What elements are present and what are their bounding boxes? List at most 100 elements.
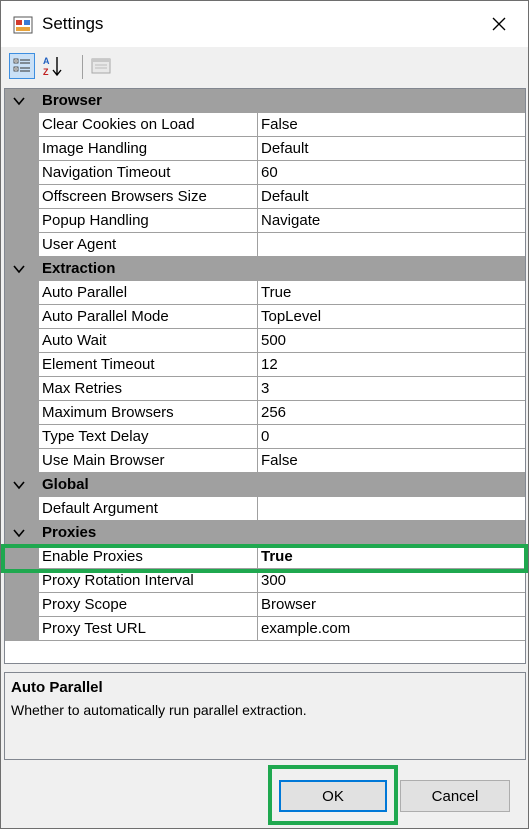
property-value[interactable]: 300 bbox=[258, 569, 525, 593]
property-grid: Browser Clear Cookies on Load False Imag… bbox=[4, 88, 526, 664]
property-name[interactable]: Enable Proxies bbox=[39, 545, 258, 569]
property-value[interactable]: False bbox=[258, 113, 525, 137]
property-value[interactable]: 0 bbox=[258, 425, 525, 449]
collapse-chevron-icon[interactable] bbox=[12, 95, 26, 107]
ok-button[interactable]: OK bbox=[279, 780, 387, 812]
settings-app-icon bbox=[13, 16, 33, 34]
categorized-button[interactable] bbox=[9, 53, 35, 79]
property-name[interactable]: Image Handling bbox=[39, 137, 258, 161]
property-name[interactable]: Navigation Timeout bbox=[39, 161, 258, 185]
property-value[interactable]: Navigate bbox=[258, 209, 525, 233]
category-label: Proxies bbox=[42, 524, 97, 541]
row-margin bbox=[5, 425, 39, 449]
row-margin bbox=[5, 569, 39, 593]
property-name[interactable]: Element Timeout bbox=[39, 353, 258, 377]
category-proxies[interactable]: Proxies bbox=[5, 521, 525, 545]
property-name[interactable]: Popup Handling bbox=[39, 209, 258, 233]
property-row-default-argument[interactable]: Default Argument bbox=[5, 497, 525, 521]
property-value[interactable] bbox=[258, 497, 525, 521]
property-row-offscreen-browsers-size[interactable]: Offscreen Browsers Size Default bbox=[5, 185, 525, 209]
property-value[interactable]: Default bbox=[258, 185, 525, 209]
property-value[interactable]: Browser bbox=[258, 593, 525, 617]
property-name[interactable]: Clear Cookies on Load bbox=[39, 113, 258, 137]
help-description: Whether to automatically run parallel ex… bbox=[11, 702, 307, 718]
property-value[interactable]: example.com bbox=[258, 617, 525, 641]
close-button[interactable] bbox=[470, 1, 528, 47]
title-bar: Settings bbox=[1, 1, 528, 47]
toolbar-separator bbox=[82, 55, 83, 79]
property-name[interactable]: Maximum Browsers bbox=[39, 401, 258, 425]
category-label: Browser bbox=[42, 92, 103, 109]
property-name[interactable]: Offscreen Browsers Size bbox=[39, 185, 258, 209]
property-name[interactable]: User Agent bbox=[39, 233, 258, 257]
row-margin bbox=[5, 137, 39, 161]
row-margin bbox=[5, 545, 39, 569]
property-row-popup-handling[interactable]: Popup Handling Navigate bbox=[5, 209, 525, 233]
row-margin bbox=[5, 593, 39, 617]
category-label: Extraction bbox=[42, 260, 116, 277]
property-pages-button[interactable] bbox=[88, 53, 114, 79]
row-margin bbox=[5, 209, 39, 233]
property-row-maximum-browsers[interactable]: Maximum Browsers 256 bbox=[5, 401, 525, 425]
property-value[interactable]: TopLevel bbox=[258, 305, 525, 329]
row-margin bbox=[5, 401, 39, 425]
help-panel: Auto Parallel Whether to automatically r… bbox=[4, 672, 526, 760]
property-pages-icon bbox=[91, 58, 111, 74]
property-row-enable-proxies[interactable]: Enable Proxies True bbox=[5, 545, 525, 569]
property-value[interactable]: False bbox=[258, 449, 525, 473]
property-name[interactable]: Auto Parallel Mode bbox=[39, 305, 258, 329]
property-row-proxy-rotation-interval[interactable]: Proxy Rotation Interval 300 bbox=[5, 569, 525, 593]
cancel-button[interactable]: Cancel bbox=[400, 780, 510, 812]
property-name[interactable]: Auto Parallel bbox=[39, 281, 258, 305]
property-row-use-main-browser[interactable]: Use Main Browser False bbox=[5, 449, 525, 473]
property-row-auto-wait[interactable]: Auto Wait 500 bbox=[5, 329, 525, 353]
property-row-proxy-test-url[interactable]: Proxy Test URL example.com bbox=[5, 617, 525, 641]
help-title: Auto Parallel bbox=[11, 679, 103, 696]
property-name[interactable]: Auto Wait bbox=[39, 329, 258, 353]
property-value[interactable]: 12 bbox=[258, 353, 525, 377]
property-row-user-agent[interactable]: User Agent bbox=[5, 233, 525, 257]
svg-text:Z: Z bbox=[43, 67, 49, 77]
collapse-chevron-icon[interactable] bbox=[12, 263, 26, 275]
row-margin bbox=[5, 305, 39, 329]
property-row-type-text-delay[interactable]: Type Text Delay 0 bbox=[5, 425, 525, 449]
property-name[interactable]: Proxy Test URL bbox=[39, 617, 258, 641]
property-value[interactable]: 500 bbox=[258, 329, 525, 353]
property-row-proxy-scope[interactable]: Proxy Scope Browser bbox=[5, 593, 525, 617]
category-global[interactable]: Global bbox=[5, 473, 525, 497]
row-margin bbox=[5, 449, 39, 473]
property-name[interactable]: Type Text Delay bbox=[39, 425, 258, 449]
property-value[interactable]: 256 bbox=[258, 401, 525, 425]
property-name[interactable]: Default Argument bbox=[39, 497, 258, 521]
property-name[interactable]: Use Main Browser bbox=[39, 449, 258, 473]
property-row-element-timeout[interactable]: Element Timeout 12 bbox=[5, 353, 525, 377]
row-margin bbox=[5, 353, 39, 377]
row-margin bbox=[5, 161, 39, 185]
property-row-clear-cookies-on-load[interactable]: Clear Cookies on Load False bbox=[5, 113, 525, 137]
property-row-auto-parallel-mode[interactable]: Auto Parallel Mode TopLevel bbox=[5, 305, 525, 329]
category-label: Global bbox=[42, 476, 89, 493]
row-margin bbox=[5, 233, 39, 257]
row-margin bbox=[5, 113, 39, 137]
property-row-max-retries[interactable]: Max Retries 3 bbox=[5, 377, 525, 401]
property-row-auto-parallel[interactable]: Auto Parallel True bbox=[5, 281, 525, 305]
collapse-chevron-icon[interactable] bbox=[12, 479, 26, 491]
category-extraction[interactable]: Extraction bbox=[5, 257, 525, 281]
categorized-icon bbox=[13, 58, 30, 72]
property-value[interactable]: Default bbox=[258, 137, 525, 161]
category-browser[interactable]: Browser bbox=[5, 89, 525, 113]
collapse-chevron-icon[interactable] bbox=[12, 527, 26, 539]
settings-dialog: Settings A Z Browser Clear Cookies on Lo… bbox=[0, 0, 529, 829]
property-name[interactable]: Max Retries bbox=[39, 377, 258, 401]
property-value[interactable]: 60 bbox=[258, 161, 525, 185]
property-grid-toolbar: A Z bbox=[2, 48, 528, 86]
property-name[interactable]: Proxy Scope bbox=[39, 593, 258, 617]
property-value[interactable]: True bbox=[258, 281, 525, 305]
property-value[interactable]: True bbox=[258, 545, 525, 569]
property-value[interactable] bbox=[258, 233, 525, 257]
property-value[interactable]: 3 bbox=[258, 377, 525, 401]
property-row-navigation-timeout[interactable]: Navigation Timeout 60 bbox=[5, 161, 525, 185]
property-row-image-handling[interactable]: Image Handling Default bbox=[5, 137, 525, 161]
property-name[interactable]: Proxy Rotation Interval bbox=[39, 569, 258, 593]
alphabetical-button[interactable]: A Z bbox=[40, 53, 66, 79]
